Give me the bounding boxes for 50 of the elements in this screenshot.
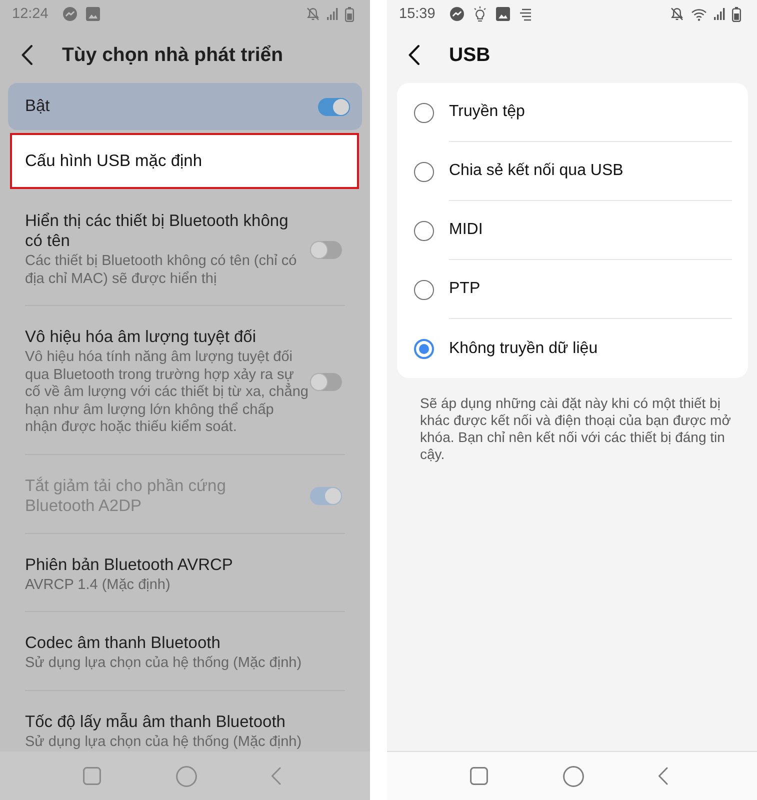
setting-title[interactable]: Codec âm thanh Bluetooth <box>25 633 300 653</box>
home-icon[interactable] <box>176 766 196 786</box>
screen-title: USB <box>449 44 490 66</box>
back-icon[interactable] <box>408 45 420 65</box>
image-icon <box>86 7 100 21</box>
option-label: PTP <box>449 280 480 298</box>
status-time: 15:39 <box>399 6 436 22</box>
setting-title: Hiển thị các thiết bị Bluetooth không có tên <box>25 211 290 251</box>
setting-description: Sử dụng lựa chọn của hệ thống (Mặc định) <box>25 734 303 751</box>
battery-icon <box>732 6 741 22</box>
radio-button[interactable] <box>414 220 434 240</box>
setting-description: Các thiết bị Bluetooth không có tên (chỉ có địa chỉ MAC) sẽ được hiển thị <box>25 253 298 288</box>
bulb-icon <box>473 6 488 22</box>
home-icon[interactable] <box>562 766 584 786</box>
bell-off-icon <box>306 7 320 21</box>
signal-icon <box>327 8 338 20</box>
status-time: 12:24 <box>12 6 48 22</box>
setting-title[interactable]: Cấu hình USB mặc định <box>25 151 300 171</box>
info-text: Sẽ áp dụng những cài đặt này khi có một thiết bị khác được kết nối và điện thoại của bạn được mở khóa. Bạn chỉ nên kết nối với các thiết bị đáng tin cậy. <box>420 395 732 463</box>
recent-apps-icon[interactable] <box>470 767 488 785</box>
toggle-switch[interactable] <box>318 98 350 116</box>
setting-title: Vô hiệu hóa âm lượng tuyệt đối <box>25 327 258 347</box>
toggle-switch[interactable] <box>310 240 342 258</box>
image-icon <box>496 7 510 21</box>
radio-button[interactable] <box>414 162 434 182</box>
bell-off-icon <box>670 7 684 21</box>
setting-title[interactable]: Tốc độ lấy mẫu âm thanh Bluetooth <box>25 712 300 732</box>
setting-description: AVRCP 1.4 (Mặc định) <box>25 576 172 594</box>
wifi-icon <box>691 8 707 20</box>
option-label: MIDI <box>449 221 483 239</box>
setting-title[interactable]: Phiên bản Bluetooth AVRCP <box>25 554 300 574</box>
chat-bubble-icon <box>450 7 464 21</box>
back-icon[interactable] <box>21 45 33 65</box>
recent-apps-icon[interactable] <box>83 767 101 785</box>
setting-description: Sử dụng lựa chọn của hệ thống (Mặc định) <box>25 655 303 672</box>
radio-button[interactable] <box>414 338 434 358</box>
battery-icon <box>345 6 354 22</box>
setting-description: Vô hiệu hóa tính năng âm lượng tuyệt đối qua Bluetooth trong trường hợp xảy ra sự cố về âm lượng với các thiết bị từ xa, chẳng hạn như âm lượng lớn không thể chấp nhận được hoặc thiếu kiểm soát. <box>25 349 310 436</box>
switch-label: Bật <box>25 97 50 116</box>
lines-icon <box>519 8 532 20</box>
chat-bubble-icon <box>63 7 78 21</box>
option-label: Không truyền dữ liệu <box>449 340 598 358</box>
radio-button[interactable] <box>414 102 434 122</box>
option-label: Truyền tệp <box>449 103 525 121</box>
toggle-switch[interactable] <box>310 372 342 391</box>
radio-button[interactable] <box>414 280 434 300</box>
setting-title: Tắt giảm tải cho phần cứng Bluetooth A2DP <box>25 476 227 516</box>
signal-icon <box>714 8 725 20</box>
screen-title: Tùy chọn nhà phát triển <box>62 44 284 66</box>
option-label: Chia sẻ kết nối qua USB <box>449 162 624 180</box>
